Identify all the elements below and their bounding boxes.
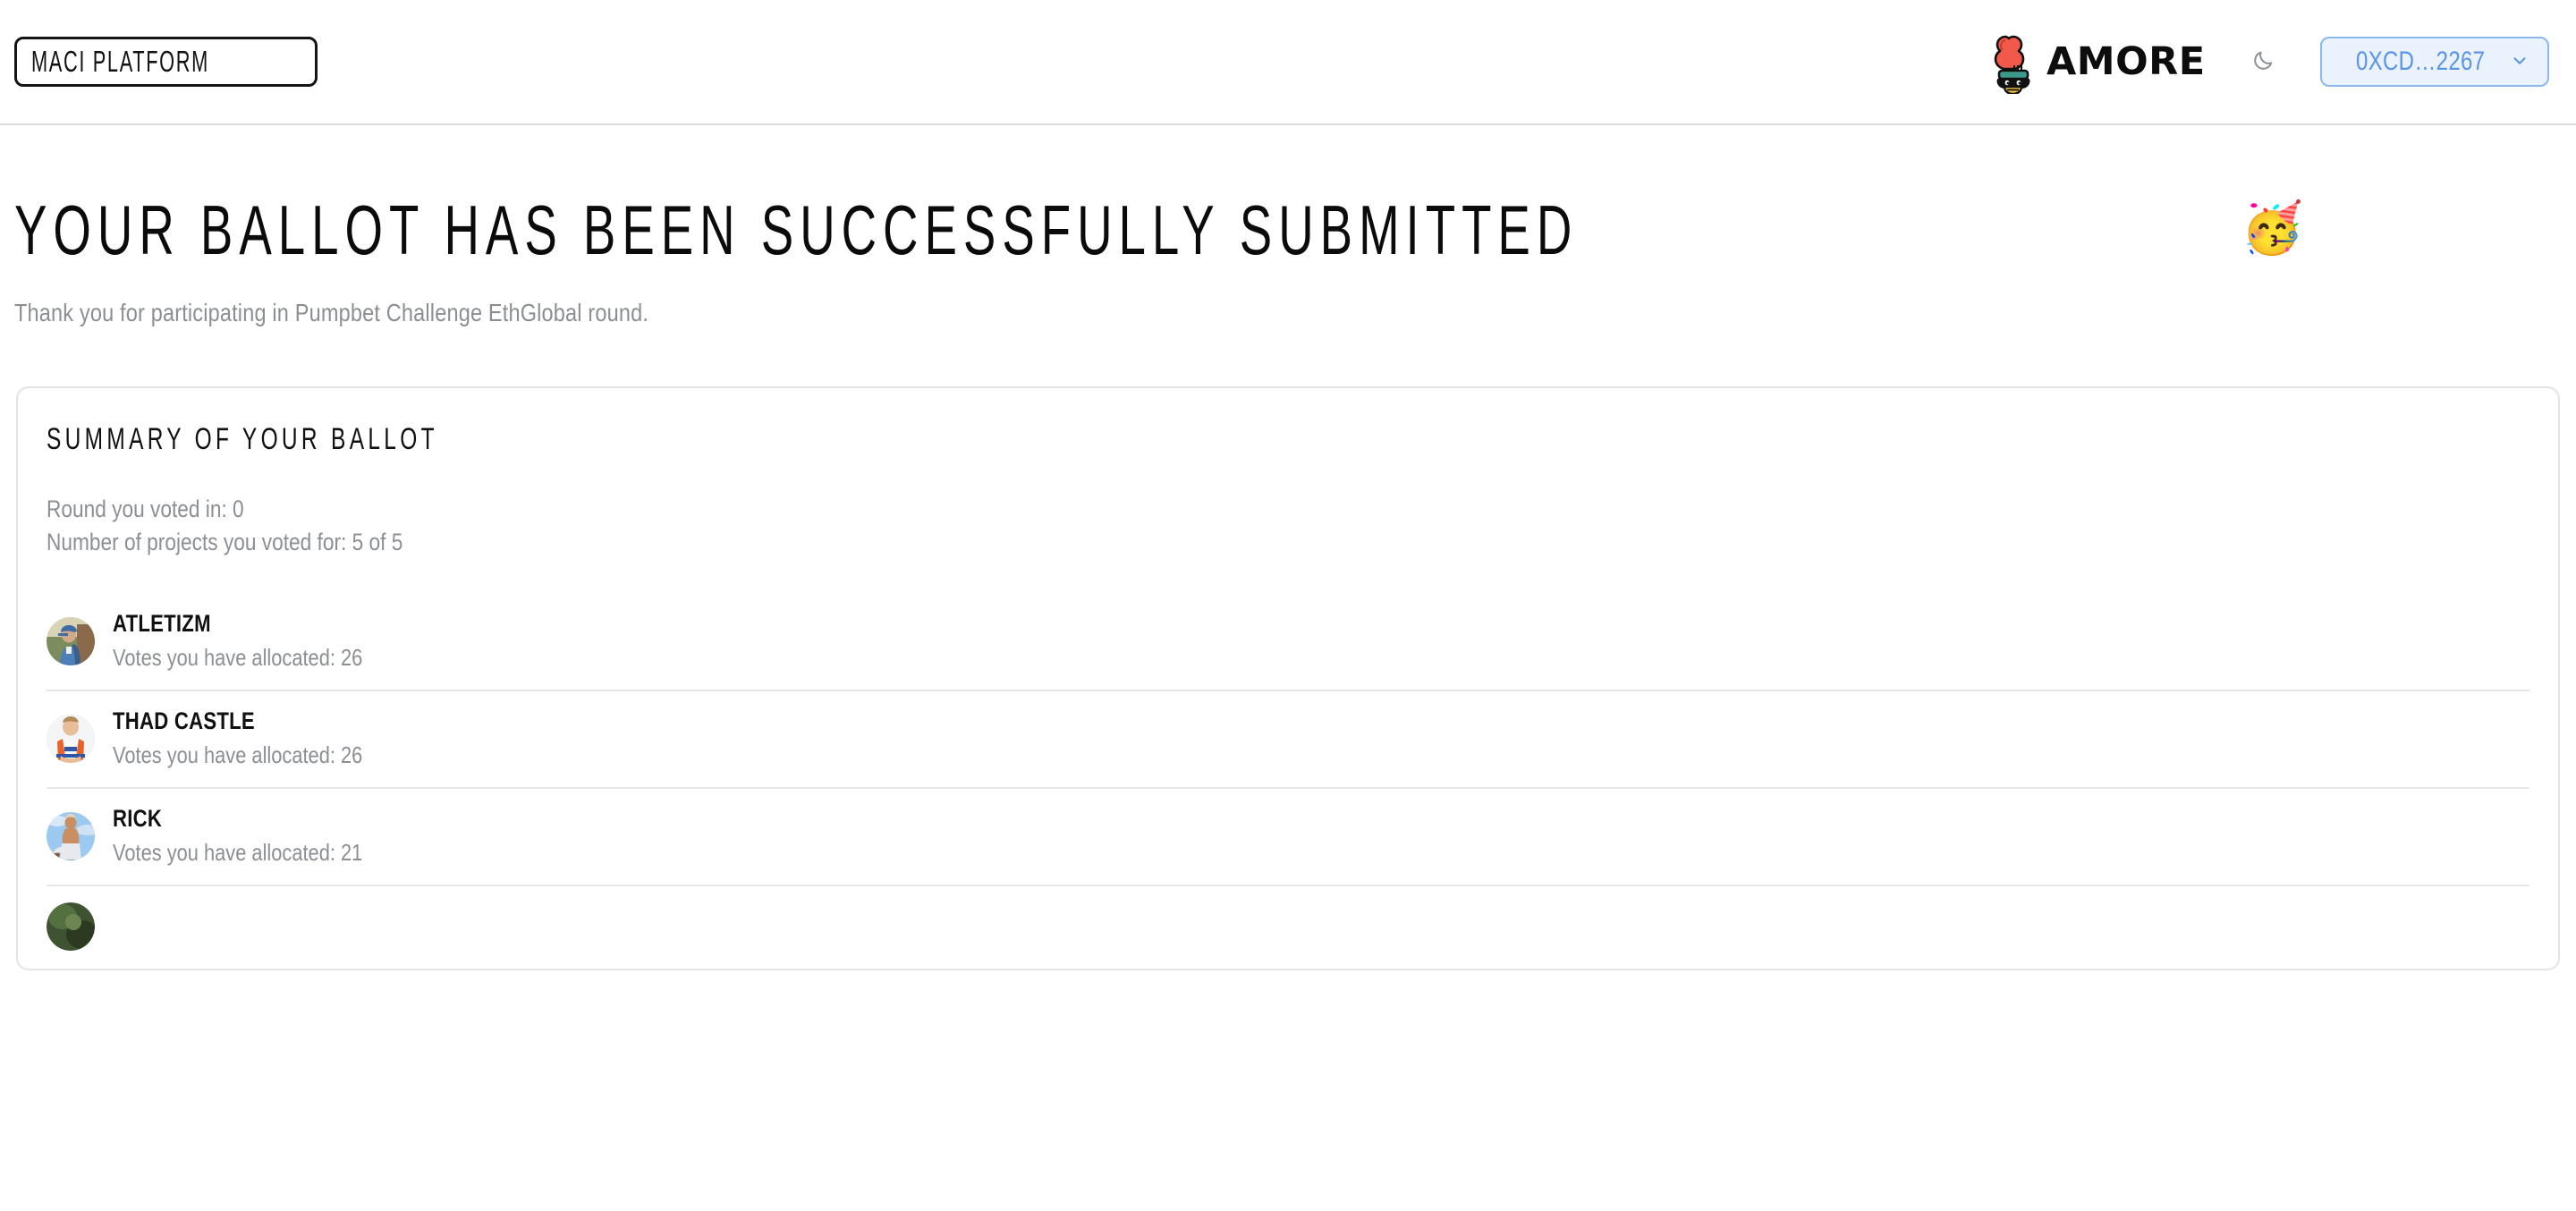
wallet-address-label: 0XCD…2267 xyxy=(2355,47,2485,76)
page-subtitle: Thank you for participating in Pumpbet C… xyxy=(14,299,2562,329)
brand-logo-label: MACI PLATFORM xyxy=(31,45,209,78)
ballot-meta-project-count: Number of projects you voted for: 5 of 5 xyxy=(47,529,403,555)
project-votes-allocated: Votes you have allocated: 26 xyxy=(113,644,363,671)
ballot-summary-title: SUMMARY OF YOUR BALLOT xyxy=(47,422,2529,460)
project-name: ATLETIZM xyxy=(113,610,211,637)
table-row[interactable]: RICK Votes you have allocated: 21 xyxy=(47,789,2529,886)
header-right-cluster: AMORE 0XCD…2267 xyxy=(1987,26,2549,98)
project-info: RICK Votes you have allocated: 21 xyxy=(113,805,410,867)
project-votes-allocated: Votes you have allocated: 21 xyxy=(113,839,363,866)
moon-icon xyxy=(2251,49,2275,75)
ballot-meta-block: Round you voted in: 0 Number of projects… xyxy=(47,495,2529,562)
project-name: RICK xyxy=(113,805,163,832)
project-votes-allocated: Votes you have allocated: 26 xyxy=(113,741,363,768)
avatar-photo-olive xyxy=(47,902,95,951)
wallet-address-button[interactable]: 0XCD…2267 xyxy=(2319,37,2549,87)
theme-toggle-button[interactable] xyxy=(2245,44,2281,80)
avatar-photo-hiker xyxy=(47,616,95,665)
round-wordmark: AMORE xyxy=(2046,39,2206,84)
project-name: THAD CASTLE xyxy=(113,707,255,734)
rooster-mascot-icon xyxy=(1987,26,2038,98)
page-subtitle-text: Thank you for participating in Pumpbet C… xyxy=(14,299,649,326)
avatar-photo-skater xyxy=(47,811,95,860)
project-info: THAD CASTLE Votes you have allocated: 26 xyxy=(113,707,410,769)
app-header: MACI PLATFORM AMORE 0XCD…2267 xyxy=(0,0,2576,125)
page-title: YOUR BALLOT HAS BEEN SUCCESSFULLY SUBMIT… xyxy=(14,191,2562,269)
project-info: ATLETIZM Votes you have allocated: 26 xyxy=(113,610,410,672)
ballot-meta-round: Round you voted in: 0 xyxy=(47,495,244,522)
party-face-emoji: 🥳 xyxy=(2241,199,2304,256)
ballot-summary-title-text: SUMMARY OF YOUR BALLOT xyxy=(47,422,438,456)
table-row[interactable] xyxy=(47,886,2529,969)
page-body: YOUR BALLOT HAS BEEN SUCCESSFULLY SUBMIT… xyxy=(0,191,2576,970)
ballot-summary-card: SUMMARY OF YOUR BALLOT Round you voted i… xyxy=(16,386,2560,970)
chevron-down-icon xyxy=(2510,51,2529,73)
brand-logo-maci-platform[interactable]: MACI PLATFORM xyxy=(14,37,318,87)
voted-project-list: ATLETIZM Votes you have allocated: 26 TH… xyxy=(47,594,2529,969)
avatar-photo-football-player xyxy=(47,714,95,763)
round-logo-lockup[interactable]: AMORE xyxy=(1987,26,2206,98)
table-row[interactable]: ATLETIZM Votes you have allocated: 26 xyxy=(47,594,2529,691)
table-row[interactable]: THAD CASTLE Votes you have allocated: 26 xyxy=(47,691,2529,789)
page-title-text: YOUR BALLOT HAS BEEN SUCCESSFULLY SUBMIT… xyxy=(14,190,1579,269)
